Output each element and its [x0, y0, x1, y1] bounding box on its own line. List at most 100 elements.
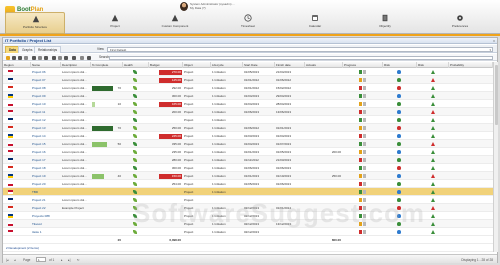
actuals-value: [305, 140, 343, 148]
risk-trend-arrow-icon: [431, 214, 435, 218]
view-select[interactable]: First Default ▾: [107, 46, 493, 52]
table-row[interactable]: Project 14 Lorem ipsum dol... 245.00 Projec…: [3, 132, 493, 140]
export-icon[interactable]: [52, 55, 56, 60]
nav-preferences[interactable]: Preferences: [430, 12, 490, 34]
table-row[interactable]: Project 17 Lorem ipsum dol... 280.00 Projec…: [3, 156, 493, 164]
scrollbar-thumb[interactable]: [495, 65, 498, 125]
table-row[interactable]: Project 07 Lorem ipsum dol... 125.00 Projec…: [3, 76, 493, 84]
view-label: View: [97, 47, 104, 51]
table-row[interactable]: ttssle 1 Project 1 Initiation 02/12/2013: [3, 228, 493, 236]
vertical-scrollbar[interactable]: [493, 62, 498, 252]
progress-status-indicator: [363, 150, 366, 154]
table-row[interactable]: Project 11 Lorem ipsum dol... 200.00 Projec…: [3, 108, 493, 116]
table-row[interactable]: Project 08 Lorem ipsum dol... 70 292.00 Proj…: [3, 84, 493, 92]
risk-trend-arrow-icon: [431, 158, 435, 162]
object-type: Project: [184, 190, 194, 194]
start-date: 01/06/2013: [244, 110, 260, 114]
health-leaf-icon: [133, 70, 137, 74]
user-avatar[interactable]: [180, 2, 188, 11]
new-folder-icon[interactable]: [6, 55, 10, 60]
table-row[interactable]: Project 20 Lorem ipsum dol... 254.00 Projec…: [3, 180, 493, 188]
columns-icon[interactable]: [64, 55, 68, 60]
risk-cloud-icon: [397, 190, 401, 194]
progress-status-indicator: [363, 142, 366, 146]
percent-complete: [91, 164, 123, 172]
search-input[interactable]: [109, 55, 493, 60]
project-icon: [111, 14, 119, 22]
table-row[interactable]: Project 19 Lorem ipsum dol... 40 150.00 Proj…: [3, 172, 493, 180]
prev-page-icon[interactable]: ◂: [14, 258, 16, 262]
totals-row: 20 6,098.00 800.00: [3, 236, 493, 244]
risk-cloud-icon: [397, 94, 401, 98]
delete-icon[interactable]: [32, 55, 36, 60]
finish-date: 01/01/2013: [276, 126, 292, 130]
project-name: Project 12: [32, 118, 46, 122]
object-type: Project: [184, 150, 194, 154]
add-icon[interactable]: [12, 55, 16, 60]
close-icon[interactable]: x: [493, 38, 495, 44]
risk-cloud-icon: [397, 174, 401, 178]
info-icon[interactable]: [87, 55, 91, 60]
project-name: Proyecto 088: [32, 214, 50, 218]
refresh-page-icon[interactable]: ↻: [77, 258, 80, 262]
group-header-row[interactable]: 2 Development (2 Items): [3, 244, 493, 252]
panel-title: IT Portfolio / Project List: [5, 38, 52, 43]
progress-status-indicator: [363, 158, 366, 162]
health-leaf-icon: [133, 158, 137, 162]
table-row[interactable]: Project 15 Lorem ipsum dol... 50 335.00 Proj…: [3, 140, 493, 148]
progress-status-indicator: [359, 142, 362, 146]
table-row[interactable]: Project 12 Lorem ipsum dol... Project 1 Ini…: [3, 116, 493, 124]
actuals-value: [305, 76, 343, 84]
table-row[interactable]: Project 09 Lorem ipsum dol... 300.00 Projec…: [3, 92, 493, 100]
nav-project[interactable]: Project: [85, 12, 145, 34]
edit-icon[interactable]: [18, 55, 22, 60]
progress-status-indicator: [359, 126, 362, 130]
table-row[interactable]: Project 16 Lorem ipsum dol... 235.00 Projec…: [3, 148, 493, 156]
next-page-icon[interactable]: ▸: [61, 258, 63, 262]
project-name: Project 13: [32, 126, 46, 130]
percent-complete: [91, 68, 123, 76]
nav-timesheet[interactable]: Timesheet: [218, 12, 278, 34]
actuals-value: [305, 92, 343, 100]
risk-cloud-icon: [397, 150, 401, 154]
percent-complete: [91, 76, 123, 84]
table-row[interactable]: Project 13 Lorem ipsum dol... 70 250.00 Proj…: [3, 124, 493, 132]
refresh-icon[interactable]: [38, 55, 42, 60]
budget-value: [149, 228, 183, 236]
region-flag-icon: [8, 174, 13, 178]
user-data-link[interactable]: My Data (?): [190, 6, 235, 10]
risk-cloud-icon: [397, 110, 401, 114]
risk-cloud-icon: [397, 182, 401, 186]
health-leaf-icon: [133, 110, 137, 114]
start-date: 01/11/2012: [244, 158, 259, 162]
table-row[interactable]: Project 10 Lorem ipsum dol... 10 165.00 Proj…: [3, 100, 493, 108]
page-number-input[interactable]: 1: [36, 256, 46, 262]
nav-calendar[interactable]: Calendar: [285, 12, 345, 34]
health-leaf-icon: [133, 150, 137, 154]
project-name: ttssle 1: [32, 230, 42, 234]
health-leaf-icon: [133, 182, 137, 186]
project-description: Example Project: [62, 206, 84, 210]
tab-relationships[interactable]: Relationships: [34, 46, 62, 53]
health-leaf-icon: [133, 230, 137, 234]
print-icon[interactable]: [44, 55, 48, 60]
nav-custom-component[interactable]: Custom Component: [145, 12, 205, 34]
portfolio-structure-icon: [32, 15, 40, 23]
object-type: Project: [184, 126, 194, 130]
first-page-icon[interactable]: |◂: [6, 258, 8, 262]
lifecycle-phase: 1 Initiation: [212, 150, 226, 154]
health-leaf-icon: [133, 190, 137, 194]
table-row[interactable]: Project 18 Lorem ipsum dol... 300.00 Projec…: [3, 164, 493, 172]
risk-trend-arrow-icon: [431, 198, 435, 202]
settings-icon[interactable]: [72, 55, 76, 60]
copy-icon[interactable]: [24, 55, 28, 60]
filter-icon[interactable]: [58, 55, 62, 60]
lifecycle-phase: 1 Initiation: [212, 126, 226, 130]
last-page-icon[interactable]: ▸|: [68, 258, 70, 262]
arrow-down-icon[interactable]: [80, 55, 84, 60]
actuals-value: [305, 124, 343, 132]
nav-objectify[interactable]: Objectify: [355, 12, 415, 34]
nav-portfolio-structure[interactable]: Portfolio Structure: [5, 12, 65, 34]
table-row[interactable]: Project 06 Lorem ipsum dol... 270.00 Projec…: [3, 68, 493, 76]
table-row[interactable]: TBD Project 1 Initiation: [3, 188, 493, 196]
